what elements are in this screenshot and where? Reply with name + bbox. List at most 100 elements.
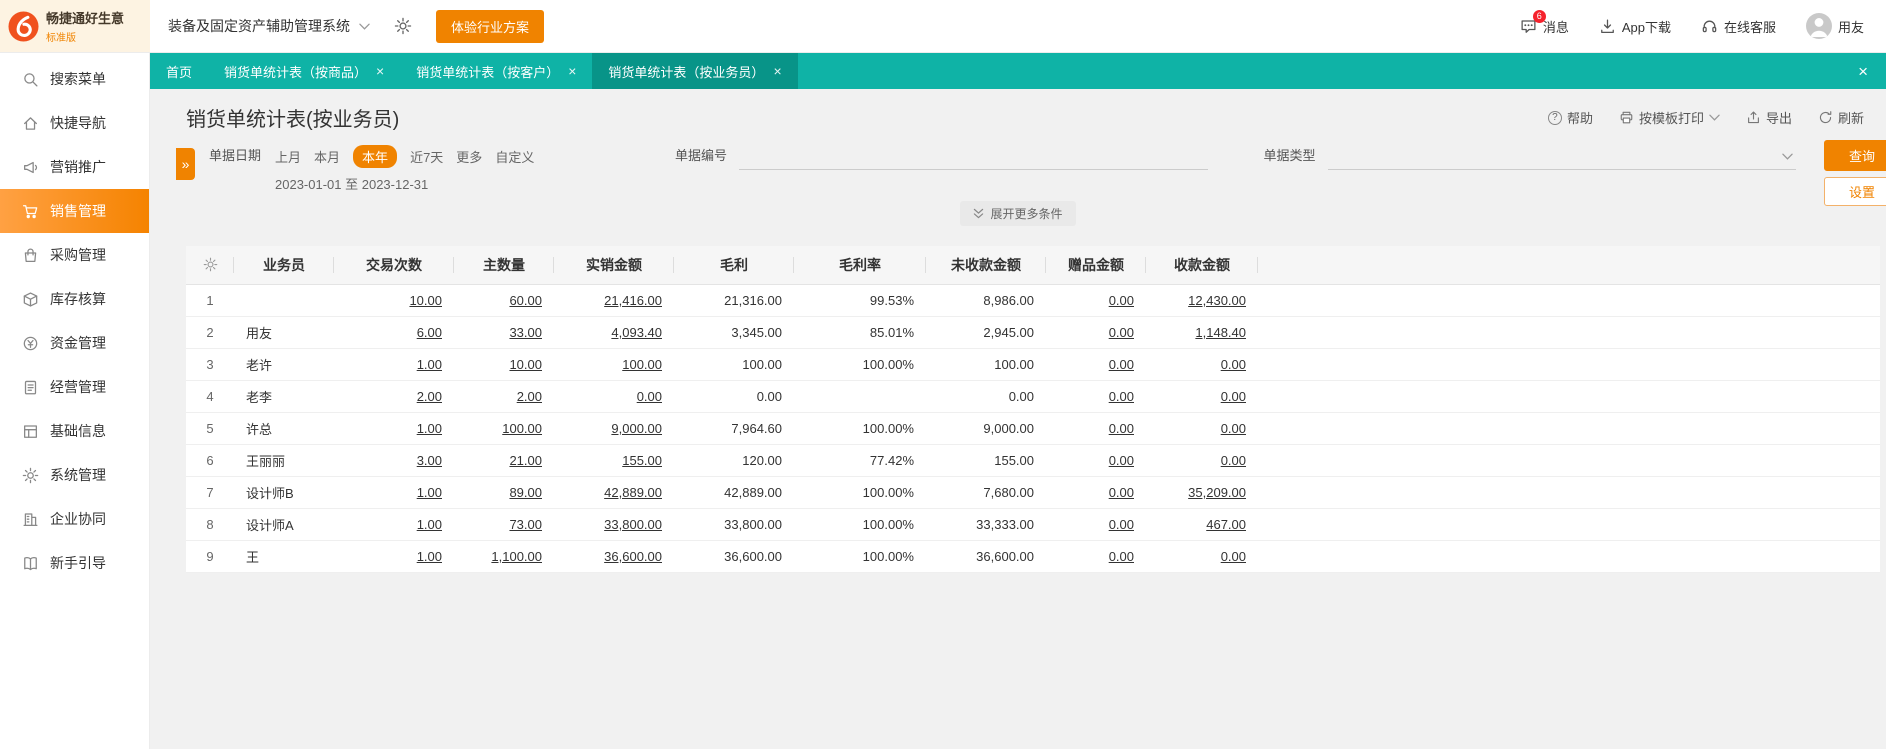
drilldown-link[interactable]: 0.00	[637, 389, 662, 404]
brand-logo[interactable]: 畅捷通好生意 标准版	[0, 0, 150, 52]
date-option[interactable]: 上月	[275, 147, 301, 166]
sidebar-item[interactable]: 资金管理	[0, 321, 149, 365]
sidebar-item[interactable]: 销售管理	[0, 189, 149, 233]
search-button[interactable]: 查询	[1824, 140, 1886, 171]
online-service-button[interactable]: 在线客服	[1701, 17, 1776, 36]
drilldown-link[interactable]: 2.00	[417, 389, 442, 404]
drilldown-link[interactable]: 3.00	[417, 453, 442, 468]
drilldown-link[interactable]: 0.00	[1221, 421, 1246, 436]
drilldown-link[interactable]: 0.00	[1109, 325, 1134, 340]
tab-report[interactable]: 销货单统计表（按业务员） ×	[592, 53, 798, 89]
expand-more-button[interactable]: 展开更多条件	[960, 201, 1076, 226]
tab-report[interactable]: 销货单统计表（按商品） ×	[208, 53, 400, 89]
help-button[interactable]: ? 帮助	[1547, 108, 1593, 127]
drilldown-link[interactable]: 21.00	[509, 453, 542, 468]
drilldown-link[interactable]: 0.00	[1109, 389, 1134, 404]
drilldown-link[interactable]: 9,000.00	[611, 421, 662, 436]
sidebar-item[interactable]: 企业协同	[0, 497, 149, 541]
date-range-value[interactable]: 2023-01-01 至 2023-12-31	[275, 174, 534, 193]
export-button[interactable]: 导出	[1746, 108, 1792, 127]
tab-close-icon[interactable]: ×	[376, 64, 384, 78]
drilldown-link[interactable]: 1.00	[417, 517, 442, 532]
drilldown-link[interactable]: 33.00	[509, 325, 542, 340]
drilldown-link[interactable]: 6.00	[417, 325, 442, 340]
app-download-button[interactable]: App下载	[1599, 17, 1671, 36]
drilldown-link[interactable]: 1.00	[417, 357, 442, 372]
system-select[interactable]: 装备及固定资产辅助管理系统	[168, 16, 370, 36]
drilldown-link[interactable]: 0.00	[1221, 357, 1246, 372]
drilldown-link[interactable]: 0.00	[1221, 453, 1246, 468]
tab-close-icon[interactable]: ×	[568, 64, 576, 78]
settings-gear-icon[interactable]	[394, 17, 412, 35]
drilldown-link[interactable]: 0.00	[1221, 549, 1246, 564]
column-header[interactable]: 主数量	[454, 246, 554, 285]
drilldown-link[interactable]: 33,800.00	[604, 517, 662, 532]
drilldown-link[interactable]: 1.00	[417, 549, 442, 564]
drilldown-link[interactable]: 21,416.00	[604, 293, 662, 308]
column-header[interactable]: 收款金额	[1146, 246, 1258, 285]
drilldown-link[interactable]: 0.00	[1109, 357, 1134, 372]
tab-close-icon[interactable]: ×	[773, 64, 781, 78]
drilldown-link[interactable]: 60.00	[509, 293, 542, 308]
drilldown-link[interactable]: 10.00	[409, 293, 442, 308]
settings-button[interactable]: 设置	[1824, 177, 1886, 206]
date-option[interactable]: 更多	[456, 147, 482, 166]
doc-no-input[interactable]	[739, 144, 1208, 170]
refresh-button[interactable]: 刷新	[1818, 108, 1864, 127]
sidebar-item[interactable]: 系统管理	[0, 453, 149, 497]
drilldown-link[interactable]: 0.00	[1109, 421, 1134, 436]
date-option[interactable]: 近7天	[410, 147, 443, 166]
column-header[interactable]: 毛利率	[794, 246, 926, 285]
doc-type-select[interactable]	[1327, 144, 1796, 170]
column-header[interactable]: 实销金额	[554, 246, 674, 285]
user-menu[interactable]: 用友	[1805, 13, 1864, 39]
sidebar-item[interactable]: 基础信息	[0, 409, 149, 453]
collapse-filter-button[interactable]: »	[176, 148, 195, 180]
table-column-settings-icon[interactable]	[186, 246, 234, 285]
column-header[interactable]: 业务员	[234, 246, 334, 285]
drilldown-link[interactable]: 42,889.00	[604, 485, 662, 500]
drilldown-link[interactable]: 1.00	[417, 485, 442, 500]
column-header[interactable]: 赠品金额	[1046, 246, 1146, 285]
drilldown-link[interactable]: 35,209.00	[1188, 485, 1246, 500]
sidebar-item[interactable]: 新手引导	[0, 541, 149, 585]
trial-plan-button[interactable]: 体验行业方案	[436, 9, 545, 43]
drilldown-link[interactable]: 0.00	[1109, 517, 1134, 532]
drilldown-link[interactable]: 155.00	[622, 453, 662, 468]
tab-home[interactable]: 首页	[150, 53, 208, 89]
date-option[interactable]: 本年	[353, 144, 398, 168]
drilldown-link[interactable]: 4,093.40	[611, 325, 662, 340]
sidebar-item[interactable]: 采购管理	[0, 233, 149, 277]
drilldown-link[interactable]: 1.00	[417, 421, 442, 436]
close-all-tabs-icon[interactable]: ×	[1858, 63, 1886, 80]
column-header[interactable]: 未收款金额	[926, 246, 1046, 285]
date-option[interactable]: 自定义	[495, 147, 534, 166]
drilldown-link[interactable]: 0.00	[1109, 293, 1134, 308]
drilldown-link[interactable]: 12,430.00	[1188, 293, 1246, 308]
drilldown-link[interactable]: 1,148.40	[1195, 325, 1246, 340]
drilldown-link[interactable]: 2.00	[517, 389, 542, 404]
drilldown-link[interactable]: 0.00	[1109, 485, 1134, 500]
drilldown-link[interactable]: 89.00	[509, 485, 542, 500]
drilldown-link[interactable]: 73.00	[509, 517, 542, 532]
drilldown-link[interactable]: 1,100.00	[491, 549, 542, 564]
drilldown-link[interactable]: 100.00	[502, 421, 542, 436]
drilldown-link[interactable]: 0.00	[1109, 549, 1134, 564]
sidebar-item[interactable]: 营销推广	[0, 145, 149, 189]
sidebar-item[interactable]: 快捷导航	[0, 101, 149, 145]
sidebar-item[interactable]: 库存核算	[0, 277, 149, 321]
date-option[interactable]: 本月	[314, 147, 340, 166]
drilldown-link[interactable]: 10.00	[509, 357, 542, 372]
drilldown-link[interactable]: 0.00	[1109, 453, 1134, 468]
drilldown-link[interactable]: 467.00	[1206, 517, 1246, 532]
sidebar-item[interactable]: 经营管理	[0, 365, 149, 409]
sidebar-item[interactable]: 搜索菜单	[0, 57, 149, 101]
column-header[interactable]: 交易次数	[334, 246, 454, 285]
drilldown-link[interactable]: 0.00	[1221, 389, 1246, 404]
drilldown-link[interactable]: 36,600.00	[604, 549, 662, 564]
tab-report[interactable]: 销货单统计表（按客户） ×	[400, 53, 592, 89]
messages-button[interactable]: 6 消息	[1520, 9, 1569, 36]
print-by-template-button[interactable]: 按模板打印	[1619, 108, 1720, 127]
drilldown-link[interactable]: 100.00	[622, 357, 662, 372]
column-header[interactable]: 毛利	[674, 246, 794, 285]
